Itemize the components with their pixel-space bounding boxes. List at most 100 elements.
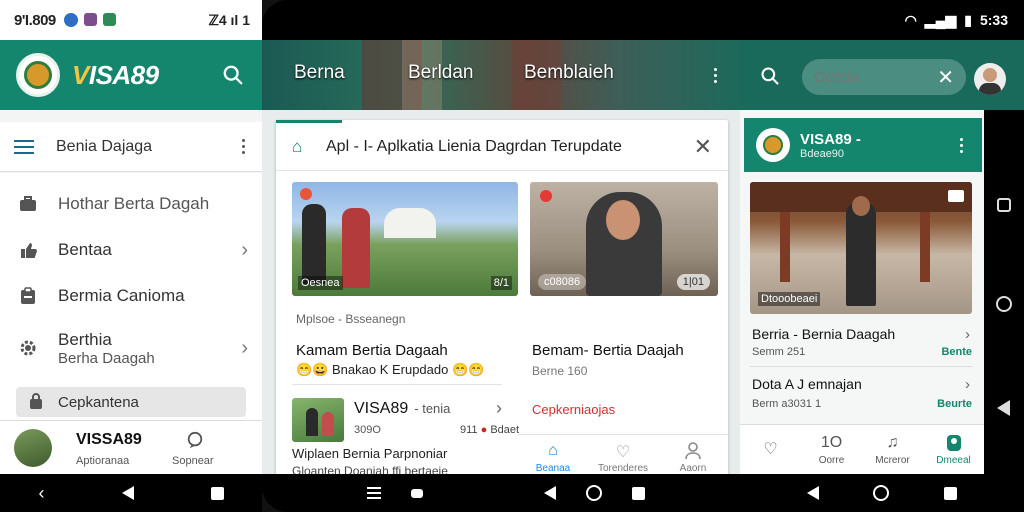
list-item-meta-right: 911 ● Bdaet <box>460 424 520 436</box>
brand-name: VISA89 <box>72 59 159 90</box>
counter-icon: 1O <box>820 433 843 451</box>
bottom-action-label: Sopnear <box>172 455 214 467</box>
list-item-title[interactable]: Dota A J emnajan <box>752 376 862 392</box>
recents-icon[interactable] <box>943 486 957 500</box>
android-nav-bar <box>740 474 1024 512</box>
divider <box>750 366 972 367</box>
android-nav-bar <box>262 474 740 512</box>
menu-icon[interactable] <box>367 487 382 499</box>
live-dot-icon <box>540 190 552 202</box>
search-header: ✕ <box>740 40 1024 110</box>
app-notification-icon <box>63 13 78 27</box>
record-icon <box>300 188 312 200</box>
wifi-icon: ◠ <box>904 11 917 28</box>
avatar[interactable] <box>974 63 1006 95</box>
back-icon[interactable] <box>543 486 556 500</box>
screen: 9'I.809 ℤ4 ıl 1 VISA89 Benia Dajaga Hoth… <box>0 0 1024 512</box>
thumbs-up-icon <box>21 243 37 258</box>
list-item-line3: Wiplaen Bernia Parpnoniar <box>292 446 448 461</box>
header-tab-1[interactable]: Berna <box>294 62 345 84</box>
menu-item-bentaa[interactable]: Bentaa › <box>0 235 262 265</box>
headline-right-sub: Berne 160 <box>532 364 588 378</box>
more-options-icon[interactable] <box>238 139 248 154</box>
home-circle-icon[interactable] <box>585 485 602 501</box>
bag-icon <box>30 393 42 409</box>
status-time: 5:33 <box>979 12 1008 28</box>
heart-icon: ♡ <box>615 443 631 461</box>
android-nav-bar: ‹ <box>0 474 262 512</box>
list-item-tag: Beurte <box>937 398 972 410</box>
more-options-icon[interactable] <box>956 137 966 153</box>
news-image-building[interactable]: Dtooobeaei <box>750 182 972 314</box>
search-field[interactable]: ✕ <box>802 59 966 95</box>
card-header: VISA89 - Bdeae90 <box>744 118 982 172</box>
list-item-sub: Semm 251 <box>752 346 806 358</box>
home-circle-icon[interactable] <box>873 485 890 501</box>
avatar[interactable] <box>14 429 52 467</box>
home-icon: ⌂ <box>548 441 558 459</box>
status-bar: ◠ ▂▄▆ ▮ 5:33 <box>740 0 1024 40</box>
chat-icon[interactable] <box>186 431 204 449</box>
battery-icon: ▮ <box>964 11 972 28</box>
bottom-sub: Aptioranaa <box>76 455 130 467</box>
chevron-right-icon[interactable]: › <box>965 326 970 343</box>
home-circle-icon[interactable] <box>996 296 1012 312</box>
card-title-bar: ⌂ Apl - I- Aplkatia Lienia Dagrdan Terup… <box>276 123 728 171</box>
menu-item-settings[interactable]: Berthia Berha Daagah › <box>0 325 262 371</box>
app-header: VISA89 <box>0 40 262 110</box>
tab-profile[interactable]: Dmeeal <box>923 425 984 474</box>
clear-icon[interactable]: ✕ <box>937 65 954 90</box>
headline-left-sub: 😁😀 Bnakao K Erupdado 😁😁 <box>296 362 485 377</box>
chevron-right-icon: › <box>241 238 248 261</box>
side-nav-buttons <box>984 110 1024 474</box>
search-icon[interactable] <box>222 64 244 86</box>
menu-icon[interactable] <box>14 139 34 154</box>
left-phone: 9'I.809 ℤ4 ıl 1 VISA89 Benia Dajaga Hoth… <box>0 0 262 512</box>
category-link[interactable]: Cepkerniaojas <box>532 402 615 417</box>
chevron-right-icon[interactable]: › <box>496 398 502 419</box>
person-icon <box>685 441 701 459</box>
headline-left[interactable]: Kamam Bertia Dagaah <box>296 342 448 359</box>
recents-icon[interactable] <box>997 198 1011 212</box>
recents-icon[interactable] <box>210 486 224 500</box>
recents-icon[interactable] <box>631 486 645 500</box>
list-item-title[interactable]: VISA89- tenia <box>354 400 450 418</box>
menu-item-home[interactable]: Hothar Berta Dagah <box>0 191 262 217</box>
list-item-sub: Berm a3031 1 <box>752 398 822 410</box>
status-signal: ℤ4 ıl 1 <box>208 11 250 28</box>
tab-comments[interactable]: 1O Oorre <box>801 425 862 474</box>
person-icon <box>946 434 961 451</box>
card-subtitle: Bdeae90 <box>800 147 845 160</box>
headline-right[interactable]: Bemam- Bertia Daajah <box>532 342 684 359</box>
back-icon[interactable] <box>121 486 134 500</box>
bottom-profile-bar: VISSA89 Aptioranaa Sopnear <box>0 420 262 474</box>
back-chevron-icon[interactable]: ‹ <box>39 483 45 504</box>
search-input[interactable] <box>814 68 924 86</box>
home-pill-icon[interactable] <box>411 488 424 498</box>
right-phone: ◠ ▂▄▆ ▮ 5:33 ✕ VISA89 - Bdeae90 <box>740 0 1024 512</box>
header-tab-2[interactable]: Berldan <box>408 62 474 84</box>
news-image-palace[interactable]: Oesnea 8/1 <box>292 182 518 296</box>
status-time: 9'I.809 <box>14 11 56 29</box>
search-icon[interactable] <box>760 66 780 86</box>
chevron-right-icon[interactable]: › <box>965 376 970 393</box>
news-image-speaker[interactable]: c08086 1|01 <box>530 182 718 296</box>
card-title: VISA89 - <box>800 130 861 148</box>
list-item-title[interactable]: Berria - Bernia Daagah <box>752 326 895 342</box>
card-title: Apl - I- Aplkatia Lienia Dagrdan Terupda… <box>326 137 622 155</box>
article-card: ⌂ Apl - I- Aplkatia Lienia Dagrdan Terup… <box>276 120 728 480</box>
tab-favorites[interactable]: ♡ <box>740 425 801 474</box>
status-bar: 9'I.809 ℤ4 ıl 1 <box>0 0 262 40</box>
menu-item-canioma[interactable]: Bermia Canioma <box>0 281 262 311</box>
menu-item-selected[interactable]: Cepkantena <box>16 387 246 417</box>
clipboard-icon <box>21 287 35 304</box>
back-icon[interactable] <box>807 486 820 500</box>
gallery-notification-icon <box>83 13 97 26</box>
home-icon[interactable]: ⌂ <box>292 138 310 155</box>
more-options-icon[interactable] <box>710 68 720 83</box>
header-tab-3[interactable]: Bemblaieh <box>524 62 614 84</box>
close-icon[interactable]: ✕ <box>694 134 712 160</box>
back-icon[interactable] <box>997 400 1010 416</box>
list-thumbnail[interactable] <box>292 398 344 442</box>
tab-notifications[interactable]: ♫ Mcreror <box>862 425 923 474</box>
